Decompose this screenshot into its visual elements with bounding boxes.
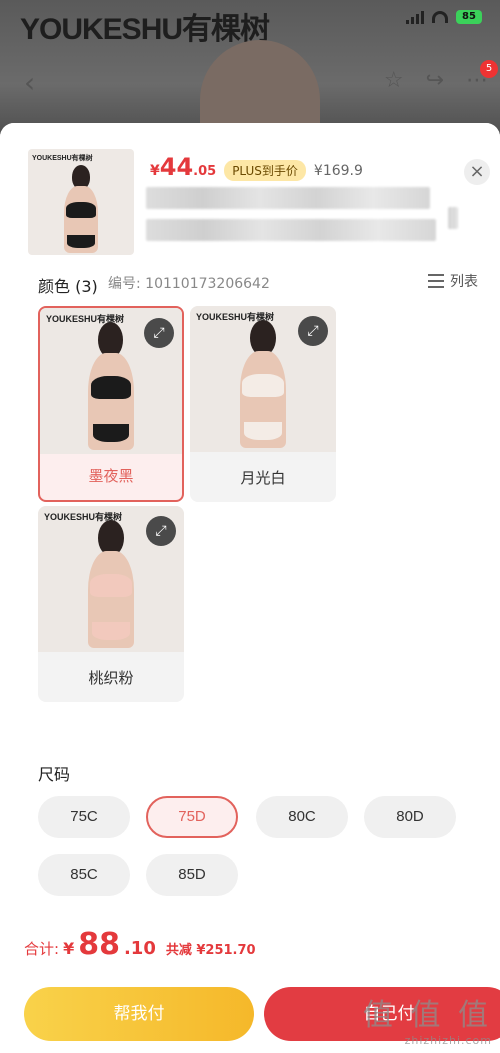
model-figure [60, 165, 102, 253]
watermark-site: zhizhizhi.com [404, 1034, 492, 1047]
sku-selector-sheet: YOUKESHU有棵树 ¥44.05 PLUS到手价 ¥169.9 × 颜色 (… [0, 123, 500, 1053]
original-price: ¥169.9 [313, 163, 363, 179]
total-row: 合计: ¥ 88 .10 共减 ¥251.70 [24, 927, 256, 962]
list-label: 列表 [450, 274, 478, 290]
color-swatch-black[interactable]: YOUKESHU有棵树 ⤢ 墨夜黑 [38, 306, 184, 502]
size-option-75c[interactable]: 75C [38, 796, 130, 838]
signal-icon [406, 10, 424, 24]
site-watermark: 值 值 值 zhizhizhi.com [363, 990, 492, 1047]
product-header: YOUKESHU有棵树 ¥44.05 PLUS到手价 ¥169.9 × [0, 123, 500, 269]
cart-badge: 5 [480, 60, 498, 78]
share-icon[interactable]: ↪ [426, 68, 444, 93]
size-option-80c[interactable]: 80C [256, 796, 348, 838]
price-row: ¥44.05 PLUS到手价 ¥169.9 [150, 153, 363, 181]
total-integer: 88 [78, 927, 120, 962]
size-section-title: 尺码 [38, 765, 71, 784]
background-brand: YOUKESHU有棵树 [20, 13, 270, 46]
thumbnail-logo: YOUKESHU有棵树 [32, 155, 93, 162]
status-bar: 85 [406, 10, 482, 24]
total-saved: 共减 ¥251.70 [165, 943, 256, 958]
expand-icon[interactable]: ⤢ [146, 516, 176, 546]
battery-icon: 85 [456, 10, 482, 24]
blurred-text [146, 219, 436, 241]
checkout-footer: 合计: ¥ 88 .10 共减 ¥251.70 帮我付 自己付 值 值 值 zh… [0, 913, 500, 1053]
color-swatch-pink[interactable]: YOUKESHU有棵树 ⤢ 桃织粉 [38, 506, 184, 702]
swatch-logo: YOUKESHU有棵树 [196, 312, 275, 322]
swatch-logo: YOUKESHU有棵树 [44, 512, 123, 522]
product-thumbnail[interactable]: YOUKESHU有棵树 [28, 149, 134, 255]
total-symbol: ¥ [63, 939, 75, 958]
plus-price-tag: PLUS到手价 [224, 160, 306, 181]
back-icon[interactable]: ‹ [24, 66, 35, 99]
watermark-logo: 值 值 值 [362, 998, 492, 1033]
size-option-85c[interactable]: 85C [38, 854, 130, 896]
background-nav: ‹ ☆ ↪ ⋯ 5 [0, 60, 500, 100]
color-section-title: 颜色 (3) [38, 277, 98, 296]
list-view-toggle[interactable]: 列表 [428, 271, 478, 291]
product-code: 编号: 10110173206642 [108, 276, 270, 292]
blurred-text [448, 207, 458, 229]
expand-icon[interactable]: ⤢ [144, 318, 174, 348]
plus-price: ¥44.05 [150, 153, 217, 181]
color-swatch-white[interactable]: YOUKESHU有棵树 ⤢ 月光白 [190, 306, 336, 502]
swatch-name: 桃织粉 [88, 669, 134, 687]
star-icon[interactable]: ☆ [384, 68, 404, 93]
wifi-icon [432, 11, 448, 23]
size-option-85d[interactable]: 85D [146, 854, 238, 896]
blurred-text [146, 187, 430, 209]
expand-icon[interactable]: ⤢ [298, 316, 328, 346]
size-option-80d[interactable]: 80D [364, 796, 456, 838]
swatch-name: 墨夜黑 [88, 467, 134, 485]
help-pay-button[interactable]: 帮我付 [24, 987, 254, 1041]
close-icon[interactable]: × [464, 159, 490, 185]
list-icon [428, 274, 444, 288]
swatch-name: 月光白 [240, 469, 286, 487]
total-label: 合计: [24, 940, 60, 958]
total-decimal: .10 [123, 938, 156, 959]
background-page: YOUKESHU有棵树 85 ‹ ☆ ↪ ⋯ 5 [0, 0, 500, 140]
swatch-logo: YOUKESHU有棵树 [46, 314, 125, 324]
size-option-75d[interactable]: 75D [146, 796, 238, 838]
